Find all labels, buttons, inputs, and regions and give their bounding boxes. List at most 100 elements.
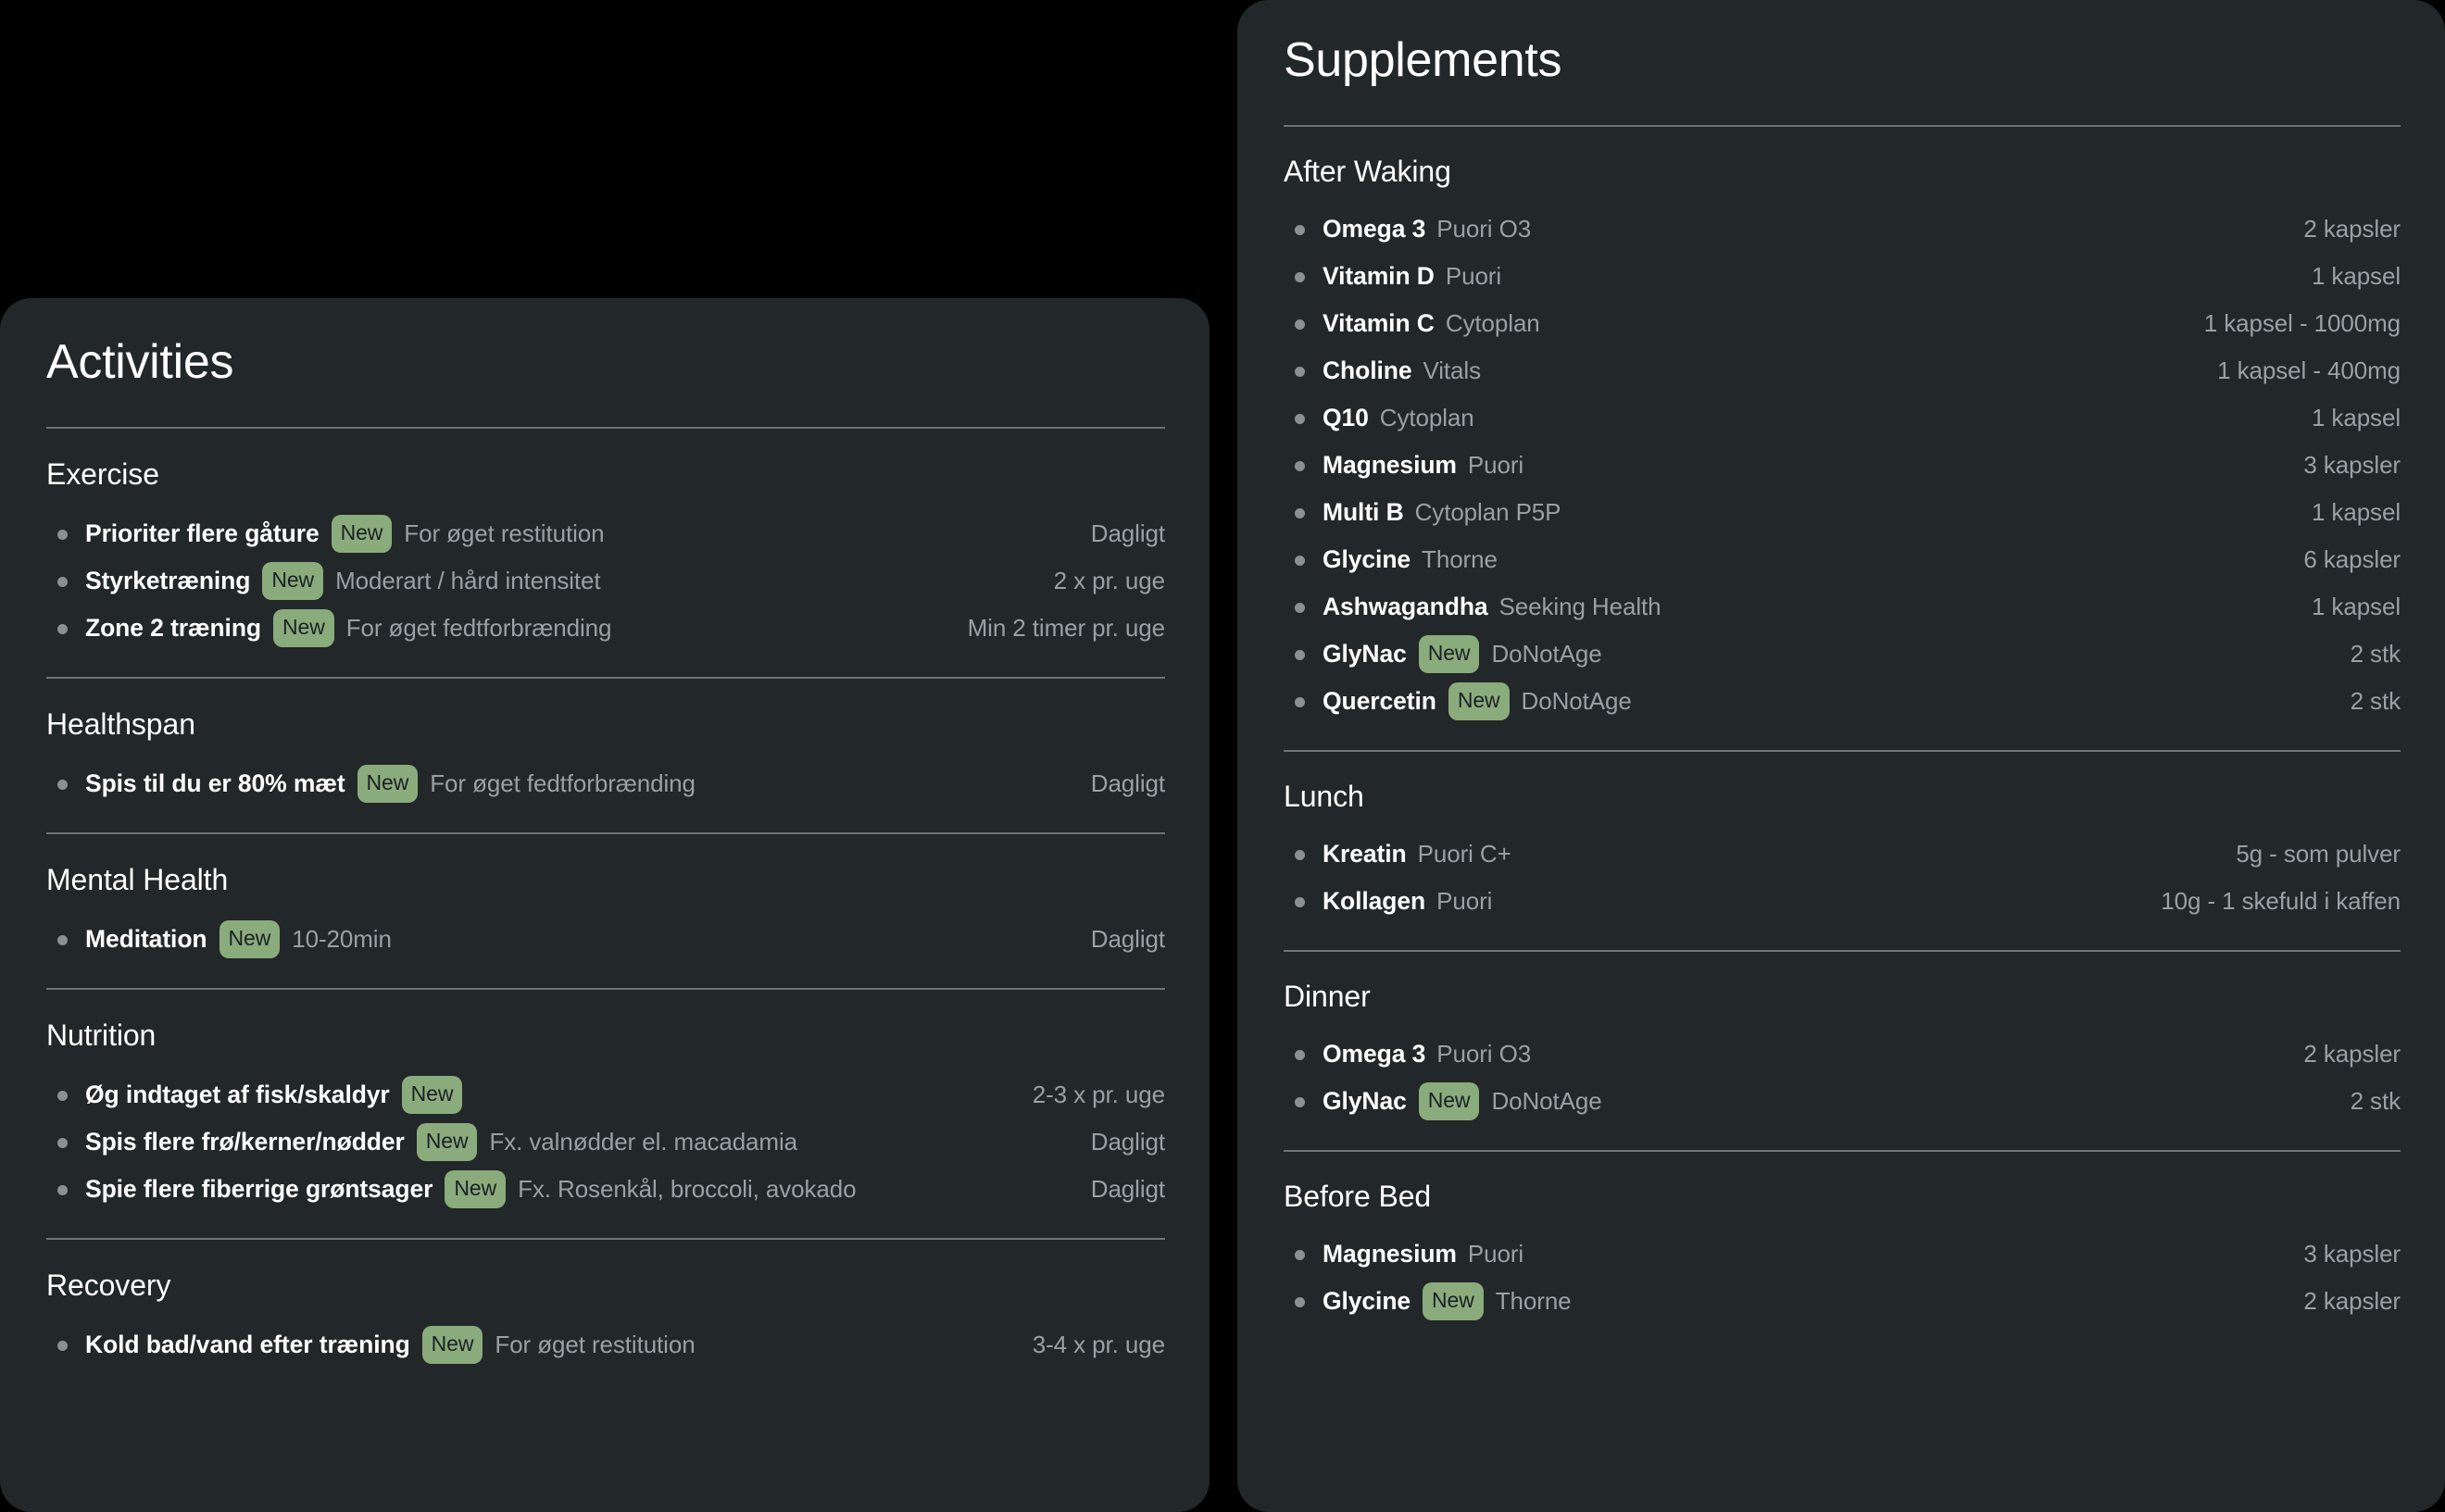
- list-item-main: Ashwagandha Seeking Health: [1323, 593, 2289, 621]
- list-item-note: Puori: [1467, 450, 1524, 479]
- new-badge: New: [262, 561, 324, 600]
- new-badge: New: [219, 919, 281, 958]
- list-item-main: Prioriter flere gåture New For øget restit…: [85, 514, 1069, 553]
- bullet-icon: [1295, 413, 1305, 424]
- list-item[interactable]: Spis til du er 80% mæt New For øget fedtfo…: [46, 760, 1165, 807]
- list-item-note: Fx. Rosenkål, broccoli, avokado: [518, 1174, 857, 1203]
- list-item-note: Fx. valnødder el. macadamia: [489, 1127, 798, 1156]
- list-item-main: Multi B Cytoplan P5P: [1323, 498, 2289, 527]
- bullet-icon: [1295, 366, 1305, 377]
- list-item-name: Glycine: [1323, 544, 1411, 573]
- new-badge: New: [357, 764, 419, 803]
- list-item-value: 1 kapsel - 400mg: [2217, 356, 2401, 384]
- list-item-note: Vitals: [1423, 356, 1481, 384]
- new-badge: New: [331, 514, 393, 553]
- list-item[interactable]: Choline Vitals 1 kapsel - 400mg: [1284, 347, 2401, 394]
- list-item-main: Meditation New 10-20min: [85, 919, 1069, 958]
- list-item-main: GlyNac New DoNotAge: [1323, 1081, 2328, 1120]
- list-item-value: 3 kapsler: [2303, 450, 2401, 479]
- bullet-icon: [57, 1340, 68, 1351]
- list-item-value: 2-3 x pr. uge: [1032, 1080, 1165, 1108]
- list-item[interactable]: Magnesium Puori 3 kapsler: [1284, 1231, 2401, 1278]
- list-item-note: Thorne: [1495, 1286, 1572, 1315]
- activities-title: Activities: [46, 335, 234, 389]
- section-dinner: Dinner Omega 3 Puori O3 2 kapsler GlyNac New D…: [1284, 952, 2401, 1152]
- list-item-value: Dagligt: [1090, 924, 1165, 953]
- list-item-value: 1 kapsel: [2311, 403, 2401, 431]
- section-lunch: Lunch Kreatin Puori C+ 5g - som pulver Kolla…: [1284, 752, 2401, 952]
- bullet-icon: [57, 1137, 68, 1148]
- list-item[interactable]: Kold bad/vand efter træning New For øget r…: [46, 1321, 1165, 1368]
- list-item-value: Dagligt: [1090, 768, 1165, 797]
- list-item-note: Puori: [1436, 886, 1493, 915]
- list-item[interactable]: Multi B Cytoplan P5P 1 kapsel: [1284, 489, 2401, 536]
- supplements-panel: Supplements After Waking Omega 3 Puori O3 2…: [1237, 0, 2445, 1512]
- list-item[interactable]: Meditation New 10-20min Dagligt: [46, 916, 1165, 963]
- list-item-value: 2 kapsler: [2303, 1039, 2401, 1068]
- list-item[interactable]: Quercetin New DoNotAge 2 stk: [1284, 678, 2401, 725]
- list-item-note: For øget restitution: [404, 519, 605, 547]
- list-item-value: 5g - som pulver: [2236, 839, 2401, 868]
- list-item-value: 10g - 1 skefuld i kaffen: [2161, 886, 2401, 915]
- list-item[interactable]: Zone 2 træning New For øget fedtforbrændin…: [46, 605, 1165, 652]
- list-item-name: Q10: [1323, 403, 1369, 431]
- list-item-note: Puori O3: [1436, 1039, 1532, 1068]
- list-item-main: Kollagen Puori: [1323, 887, 2138, 916]
- list-item-main: Glycine Thorne: [1323, 545, 2281, 574]
- list-item-value: 2 x pr. uge: [1053, 566, 1165, 594]
- section-heading: Nutrition: [46, 1018, 157, 1052]
- list-item-name: Omega 3: [1323, 1039, 1426, 1068]
- list-item-main: Vitamin D Puori: [1323, 262, 2289, 291]
- section-recovery: Recovery Kold bad/vand efter træning New Fo…: [46, 1240, 1165, 1368]
- list-item-name: Choline: [1323, 356, 1412, 384]
- list-item[interactable]: Kreatin Puori C+ 5g - som pulver: [1284, 831, 2401, 878]
- list-item-value: Min 2 timer pr. uge: [967, 613, 1166, 642]
- list-item[interactable]: GlyNac New DoNotAge 2 stk: [1284, 1078, 2401, 1125]
- bullet-icon: [1295, 896, 1305, 907]
- list-item-main: Choline Vitals: [1323, 356, 2195, 385]
- list-item-value: Dagligt: [1090, 1174, 1165, 1203]
- list-item[interactable]: Glycine New Thorne 2 kapsler: [1284, 1278, 2401, 1325]
- activities-panel: Activities Exercise Prioriter flere gåtur…: [0, 298, 1210, 1512]
- list-item-note: Puori C+: [1417, 839, 1511, 868]
- bullet-icon: [1295, 1049, 1305, 1060]
- list-item-name: GlyNac: [1323, 1086, 1407, 1115]
- section-rows: Omega 3 Puori O3 2 kapsler GlyNac New DoNotAg…: [1284, 1014, 2401, 1125]
- list-item[interactable]: Spie flere fiberrige grøntsager New Fx. Ro…: [46, 1166, 1165, 1213]
- section-heading: Recovery: [46, 1268, 171, 1302]
- list-item[interactable]: Ashwagandha Seeking Health 1 kapsel: [1284, 583, 2401, 631]
- bullet-icon: [1295, 460, 1305, 471]
- list-item[interactable]: Prioriter flere gåture New For øget restit…: [46, 510, 1165, 557]
- list-item-name: Spis flere frø/kerner/nødder: [85, 1127, 405, 1156]
- bullet-icon: [1295, 319, 1305, 330]
- list-item-note: Seeking Health: [1498, 592, 1661, 620]
- list-item[interactable]: Styrketræning New Moderart / hård intensit…: [46, 557, 1165, 605]
- list-item-note: For øget fedtforbrænding: [345, 613, 612, 642]
- list-item-note: 10-20min: [292, 924, 392, 953]
- list-item[interactable]: Q10 Cytoplan 1 kapsel: [1284, 394, 2401, 442]
- list-item[interactable]: Vitamin D Puori 1 kapsel: [1284, 253, 2401, 300]
- list-item-main: Spie flere fiberrige grøntsager New Fx. Ro…: [85, 1169, 1069, 1208]
- list-item-name: Spis til du er 80% mæt: [85, 768, 345, 797]
- list-item-value: 1 kapsel: [2311, 261, 2401, 290]
- bullet-icon: [1295, 649, 1305, 660]
- list-item-note: Puori: [1467, 1239, 1524, 1268]
- section-mental-health: Mental Health Meditation New 10-20min Daglig…: [46, 834, 1165, 990]
- list-item[interactable]: Omega 3 Puori O3 2 kapsler: [1284, 1031, 2401, 1078]
- list-item[interactable]: Omega 3 Puori O3 2 kapsler: [1284, 206, 2401, 253]
- list-item[interactable]: Vitamin C Cytoplan 1 kapsel - 1000mg: [1284, 300, 2401, 347]
- list-item[interactable]: Spis flere frø/kerner/nødder New Fx. valnø…: [46, 1118, 1165, 1166]
- list-item[interactable]: GlyNac New DoNotAge 2 stk: [1284, 631, 2401, 678]
- section-rows: Spis til du er 80% mæt New For øget fedtfo…: [46, 742, 1165, 807]
- section-nutrition: Nutrition Øg indtaget af fisk/skaldyr New 2…: [46, 990, 1165, 1240]
- new-badge: New: [273, 608, 334, 647]
- section-heading: Exercise: [46, 456, 159, 491]
- list-item[interactable]: Øg indtaget af fisk/skaldyr New 2-3 x pr. …: [46, 1071, 1165, 1118]
- new-badge: New: [1418, 634, 1480, 673]
- list-item-name: Prioriter flere gåture: [85, 519, 320, 547]
- list-item[interactable]: Kollagen Puori 10g - 1 skefuld i kaffen: [1284, 878, 2401, 925]
- list-item[interactable]: Glycine Thorne 6 kapsler: [1284, 536, 2401, 583]
- list-item-value: 6 kapsler: [2303, 544, 2401, 573]
- list-item-note: For øget fedtforbrænding: [430, 768, 696, 797]
- list-item[interactable]: Magnesium Puori 3 kapsler: [1284, 442, 2401, 489]
